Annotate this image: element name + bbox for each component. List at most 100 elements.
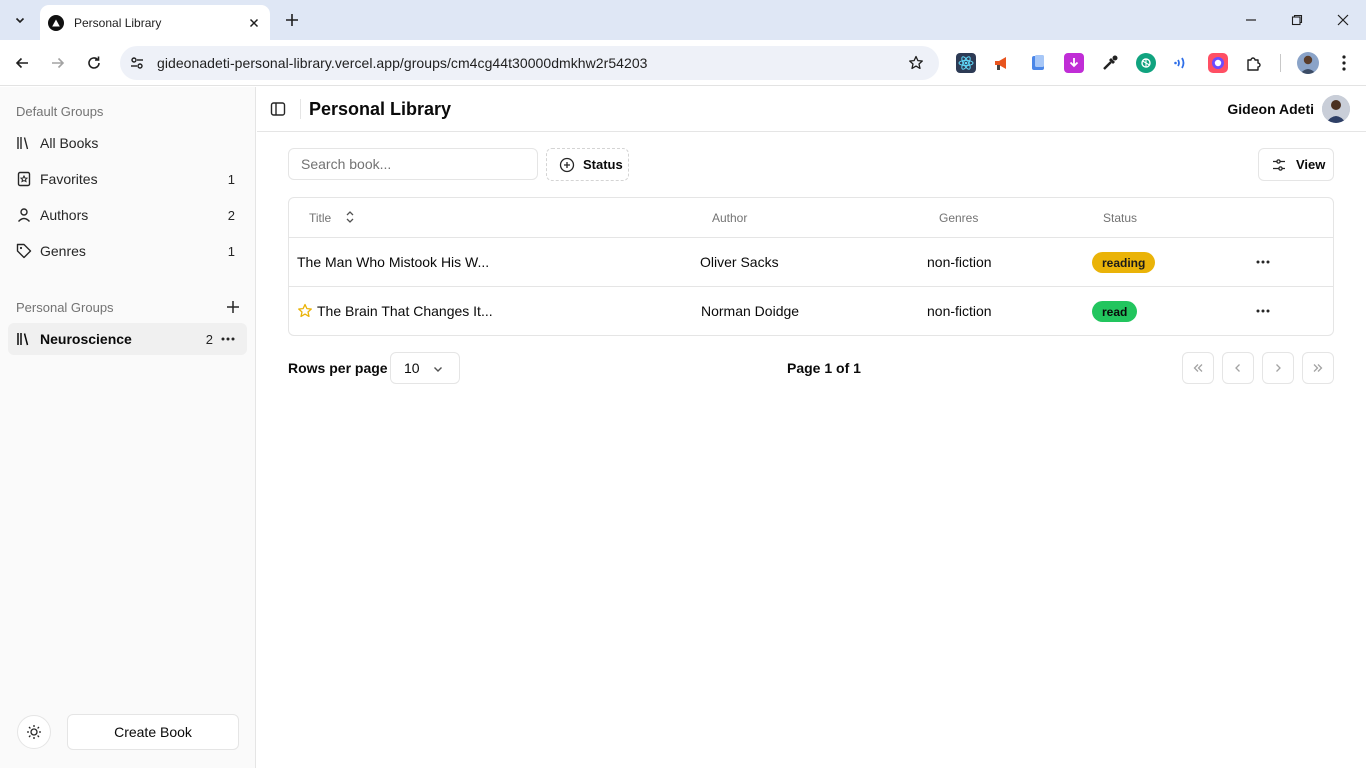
color-picker-extension-icon[interactable] [1208, 53, 1228, 73]
main-header: Personal Library Gideon Adeti [257, 87, 1366, 132]
status-badge: reading [1092, 252, 1156, 273]
book-title[interactable]: The Man Who Mistook His W... [297, 254, 489, 270]
chevron-down-icon [434, 367, 442, 372]
bookmark-star-button[interactable] [905, 52, 927, 74]
book-title[interactable]: The Brain That Changes It... [317, 303, 493, 319]
restore-icon [1291, 14, 1303, 26]
last-page-button[interactable] [1302, 352, 1334, 384]
bookmark-icon [17, 171, 31, 187]
back-button[interactable] [11, 52, 33, 74]
sidebar-item-neuroscience[interactable]: Neuroscience 2 [8, 323, 247, 355]
site-favicon-icon [48, 14, 64, 31]
browser-toolbar: gideonadeti-personal-library.vercel.app/… [0, 40, 1366, 86]
sidebar-item-favorites[interactable]: Favorites 1 [8, 163, 247, 195]
sidebar-item-label: Neuroscience [40, 331, 132, 347]
status-filter-label: Status [583, 157, 623, 172]
eyedropper-extension-icon[interactable] [1100, 53, 1120, 73]
books-table: Title Author Genres Status The Man Who M… [288, 197, 1334, 336]
address-bar[interactable]: gideonadeti-personal-library.vercel.app/… [120, 46, 939, 80]
site-info-icon[interactable] [126, 52, 148, 74]
close-icon [249, 18, 259, 27]
sidebar-item-label: Authors [40, 207, 89, 223]
reload-button[interactable] [83, 52, 105, 74]
header-divider [300, 99, 301, 119]
download-extension-icon[interactable] [1064, 53, 1084, 73]
sidebar-item-count: 2 [205, 331, 213, 347]
tag-icon [16, 243, 32, 259]
row-actions-button[interactable] [1254, 254, 1272, 270]
minimize-icon [1246, 19, 1256, 21]
favorite-star-icon[interactable] [297, 303, 313, 319]
browser-tabbar: Personal Library [0, 0, 1366, 40]
plus-circle-icon [559, 157, 575, 172]
new-tab-button[interactable] [282, 10, 302, 30]
create-book-button[interactable]: Create Book [67, 714, 239, 750]
sidebar: Default Groups All Books Favorites 1 Aut… [0, 87, 256, 768]
chatgpt-extension-icon[interactable] [1136, 53, 1156, 73]
sort-icon[interactable] [343, 210, 357, 224]
audio-waves-extension-icon[interactable] [1172, 53, 1192, 73]
docs-extension-icon[interactable] [1028, 53, 1048, 73]
table-row[interactable]: The Brain That Changes It... Norman Doid… [289, 287, 1333, 336]
sidebar-item-all-books[interactable]: All Books [8, 127, 247, 159]
minimize-button[interactable] [1241, 10, 1261, 30]
book-author: Norman Doidge [701, 303, 800, 319]
sliders-icon [1273, 158, 1285, 171]
star-icon [909, 55, 923, 70]
rows-per-page-label: Rows per page [288, 360, 388, 376]
browser-profile-avatar[interactable] [1297, 52, 1319, 74]
sun-icon [27, 725, 41, 739]
user-icon [17, 208, 31, 222]
extensions-puzzle-icon[interactable] [1244, 53, 1264, 73]
add-group-plus-icon[interactable] [225, 299, 241, 315]
sidebar-item-label: Genres [40, 243, 86, 259]
arrow-right-icon [52, 57, 65, 69]
plus-icon [286, 14, 298, 26]
page-title: Personal Library [309, 99, 452, 119]
url-text[interactable]: gideonadeti-personal-library.vercel.app/… [157, 55, 905, 71]
sidebar-item-authors[interactable]: Authors 2 [8, 199, 247, 231]
column-header-title[interactable]: Title [309, 211, 331, 225]
page-indicator: Page 1 of 1 [787, 360, 861, 376]
column-header-author: Author [712, 211, 748, 225]
close-window-button[interactable] [1333, 10, 1353, 30]
row-actions-button[interactable] [1254, 303, 1272, 319]
status-filter-button[interactable]: Status [546, 148, 629, 181]
book-genres: non-fiction [927, 254, 992, 270]
table-header: Title Author Genres Status [289, 198, 1333, 238]
first-page-button[interactable] [1182, 352, 1214, 384]
browser-menu-button[interactable] [1335, 52, 1353, 74]
sidebar-item-label: All Books [40, 135, 99, 151]
tab-title: Personal Library [74, 15, 162, 30]
view-options-button[interactable]: View [1258, 148, 1334, 181]
tab-search-button[interactable] [8, 8, 32, 32]
next-page-button[interactable] [1262, 352, 1294, 384]
sidebar-item-genres[interactable]: Genres 1 [8, 235, 247, 267]
megaphone-extension-icon[interactable] [992, 53, 1012, 73]
theme-toggle-button[interactable] [17, 715, 51, 749]
react-devtools-icon[interactable] [956, 53, 976, 73]
view-options-label: View [1296, 157, 1326, 172]
sidebar-toggle-icon[interactable] [270, 101, 286, 117]
rows-per-page-select[interactable]: 10 [390, 352, 460, 384]
more-vertical-icon [1342, 55, 1346, 71]
previous-page-button[interactable] [1222, 352, 1254, 384]
chevron-down-icon [15, 17, 25, 24]
avatar[interactable] [1322, 95, 1350, 123]
status-badge: read [1092, 301, 1138, 322]
restore-button[interactable] [1287, 10, 1307, 30]
browser-tab[interactable]: Personal Library [40, 5, 270, 40]
more-horizontal-icon [1256, 260, 1270, 264]
chevrons-left-icon [1193, 364, 1203, 372]
search-input[interactable] [288, 148, 538, 180]
forward-button[interactable] [47, 52, 69, 74]
table-row[interactable]: The Man Who Mistook His W... Oliver Sack… [289, 238, 1333, 287]
more-horizontal-icon[interactable] [221, 337, 235, 341]
arrow-left-icon [15, 57, 28, 69]
column-header-status: Status [1103, 211, 1138, 225]
sidebar-item-count: 1 [227, 243, 235, 259]
close-tab-button[interactable] [246, 15, 262, 31]
default-groups-label: Default Groups [16, 104, 104, 119]
personal-groups-label: Personal Groups [16, 300, 114, 315]
close-icon [1337, 14, 1349, 26]
